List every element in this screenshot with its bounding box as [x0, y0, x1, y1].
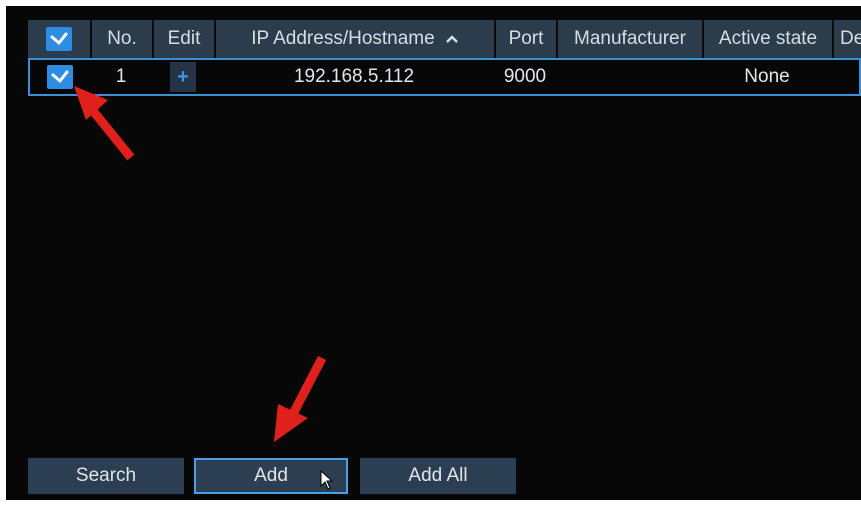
search-button[interactable]: Search — [28, 458, 184, 494]
mouse-pointer-icon — [320, 470, 334, 490]
row-active-state: None — [744, 66, 790, 87]
column-header-active-state[interactable]: Active state — [702, 20, 832, 58]
select-all-cell[interactable] — [28, 20, 90, 58]
column-header-manufacturer[interactable]: Manufacturer — [556, 20, 702, 58]
red-arrow-icon — [274, 355, 327, 442]
column-header-edit[interactable]: Edit — [152, 20, 214, 58]
table-header-row: No. Edit IP Address/Hostname Port Manufa… — [28, 20, 861, 58]
plus-icon[interactable]: + — [170, 62, 196, 92]
checkmark-icon — [50, 32, 68, 45]
row-ip: 192.168.5.112 — [293, 66, 415, 87]
column-header-ip-label: IP Address/Hostname — [251, 28, 435, 49]
column-header-port[interactable]: Port — [494, 20, 556, 58]
row-manufacturer — [556, 60, 702, 94]
row-device — [832, 60, 859, 94]
row-port: 9000 — [503, 66, 547, 87]
row-edit-cell[interactable]: + — [152, 60, 214, 94]
device-table: No. Edit IP Address/Hostname Port Manufa… — [28, 20, 861, 96]
column-header-device[interactable]: De — [832, 20, 861, 58]
column-header-no[interactable]: No. — [90, 20, 152, 58]
table-row[interactable]: 1 + 192.168.5.112 9000 None — [28, 58, 861, 96]
add-all-button[interactable]: Add All — [360, 458, 516, 494]
select-all-checkbox[interactable] — [46, 27, 72, 51]
device-search-screen: No. Edit IP Address/Hostname Port Manufa… — [6, 6, 861, 500]
chevron-up-icon — [445, 34, 459, 44]
red-arrow-icon — [74, 86, 135, 161]
column-header-ip[interactable]: IP Address/Hostname — [214, 20, 494, 58]
